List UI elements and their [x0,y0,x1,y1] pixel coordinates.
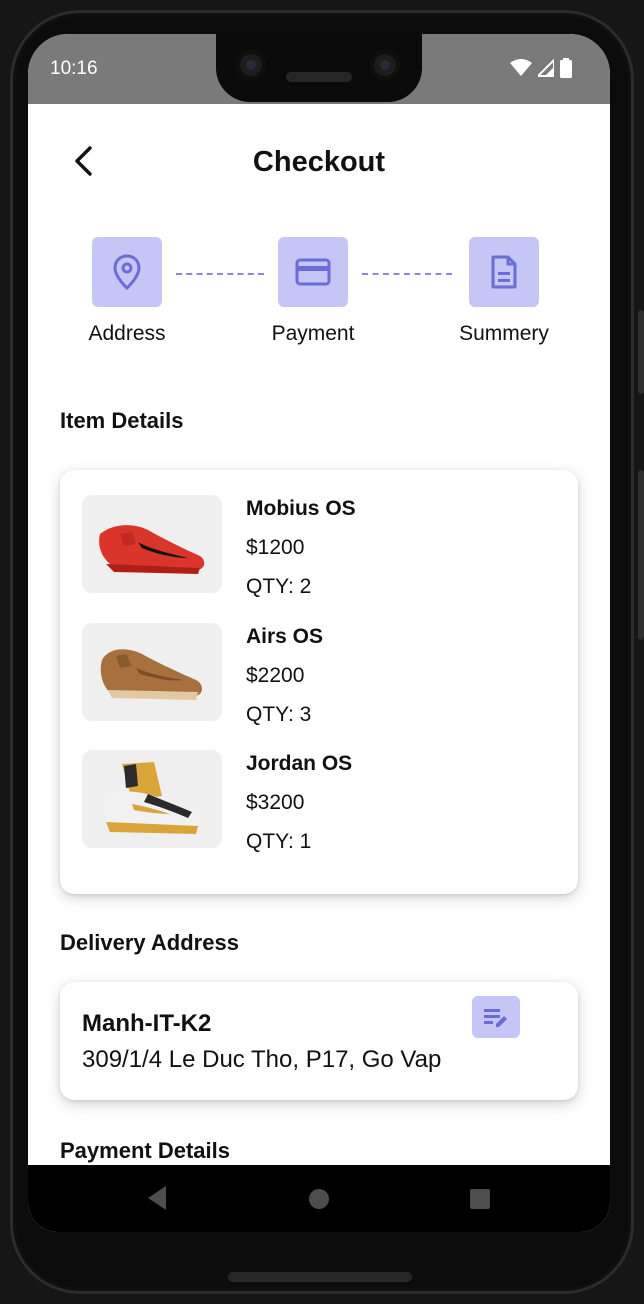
front-camera-2 [370,50,400,80]
credit-card-icon [295,258,331,286]
step-connector [362,273,452,275]
wifi-icon [510,59,532,76]
product-image [82,750,222,848]
volume-button [638,470,644,640]
power-button [638,310,644,394]
product-image [82,623,222,721]
document-icon [491,255,517,289]
edit-address-button[interactable] [472,996,520,1038]
status-bar: 10:16 [28,34,610,104]
edit-note-icon [484,1009,507,1027]
item-name: Jordan OS [246,752,353,775]
location-pin-icon [113,254,141,290]
item-name: Mobius OS [246,497,356,520]
item-name: Airs OS [246,625,324,648]
section-title-items: Item Details [60,408,184,433]
list-item[interactable]: Jordan OS $3200 QTY: 1 [82,750,552,853]
camera-notch [216,34,422,102]
item-price: $2200 [246,664,305,687]
item-qty: QTY: 3 [246,703,312,726]
list-item[interactable]: Mobius OS $1200 QTY: 2 [82,495,552,598]
bottom-speaker-grille [228,1272,412,1282]
brown-sneaker-image [100,649,202,700]
step-summery[interactable] [469,237,539,307]
step-label-payment: Payment [271,322,355,345]
item-qty: QTY: 1 [246,830,312,853]
product-image [82,495,222,593]
item-price: $1200 [246,536,305,559]
nav-back-icon[interactable] [146,1185,168,1211]
list-item[interactable]: Airs OS $2200 QTY: 3 [82,623,552,726]
system-icons [510,58,572,78]
item-qty: QTY: 2 [246,575,312,598]
section-title-delivery: Delivery Address [60,930,239,955]
nav-home-icon[interactable] [308,1188,330,1210]
step-connector [176,273,264,275]
signal-icon [538,59,554,77]
item-price: $3200 [246,791,305,814]
checkout-content: Checkout Address Payment Summery Item De… [28,104,610,1166]
device-frame: 10:16 Checkout Address Payment Summery I… [0,0,644,1304]
address-name: Manh-IT-K2 [82,1010,212,1037]
red-sneaker-image [99,525,205,574]
step-label-summery: Summery [459,322,549,345]
section-title-payment: Payment Details [60,1138,230,1163]
navigation-bar [28,1165,610,1232]
screen: 10:16 Checkout Address Payment Summery I… [28,34,610,1232]
nav-recents-icon[interactable] [469,1188,491,1210]
status-time: 10:16 [50,58,98,79]
item-details-card: Mobius OS $1200 QTY: 2 Airs OS $2200 QTY… [60,470,578,894]
battery-icon [560,58,572,78]
front-camera [236,50,266,80]
page-title: Checkout [252,146,386,178]
delivery-address-card: Manh-IT-K2 309/1/4 Le Duc Tho, P17, Go V… [60,982,578,1100]
address-line: 309/1/4 Le Duc Tho, P17, Go Vap [82,1046,442,1073]
step-address[interactable] [92,237,162,307]
earpiece-speaker [286,72,352,82]
jordan-sneaker-image [103,762,202,834]
step-label-address: Address [88,322,166,345]
step-payment[interactable] [278,237,348,307]
